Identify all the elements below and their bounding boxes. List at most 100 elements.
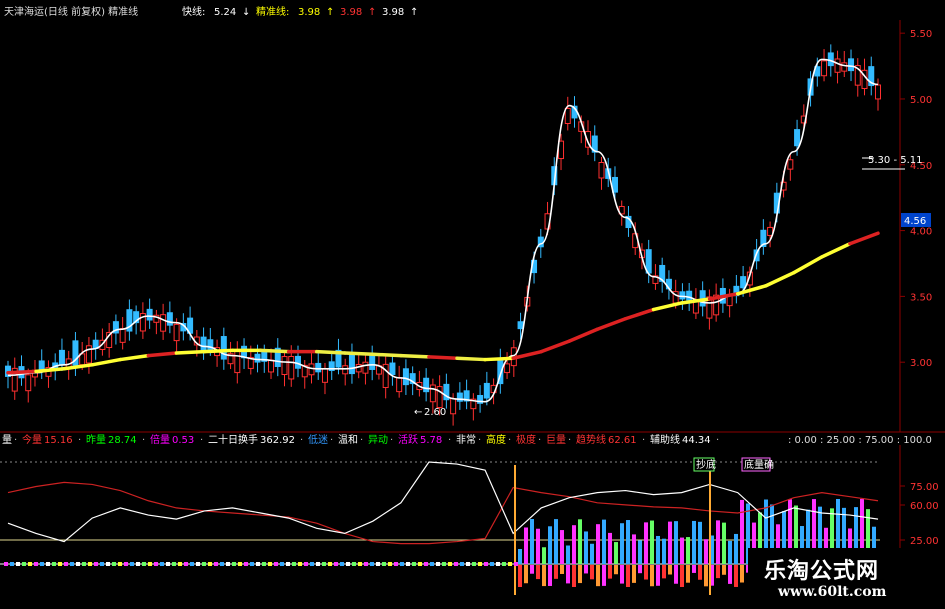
volume-bar: [626, 520, 630, 564]
bottom-legend-value-4: 362.92: [260, 435, 295, 446]
candle-body: [281, 356, 288, 376]
volume-bar: [590, 543, 594, 564]
volume-bar-neg: [692, 565, 696, 573]
volume-bar: [524, 527, 528, 564]
baseline-dot: [136, 562, 140, 566]
volume-bar-neg: [596, 565, 600, 587]
baseline-dot: [214, 562, 218, 566]
baseline-dot: [364, 562, 368, 566]
baseline-dot: [316, 562, 320, 566]
bottom-legend-value-2: 28.74: [108, 435, 137, 446]
top-legend-arrow-1: ↑: [326, 7, 334, 18]
volume-bar: [536, 528, 540, 564]
baseline-dot: [514, 562, 518, 566]
series-precision-line-seg: [343, 351, 375, 357]
candle-body: [321, 368, 328, 383]
bottom-tick-label-1: 60.00: [910, 501, 939, 512]
top-legend-value-1: 3.98: [298, 7, 320, 18]
baseline-dot: [190, 562, 194, 566]
series-precision-line-seg: [174, 349, 207, 355]
baseline-dot: [436, 562, 440, 566]
baseline-dot: [112, 562, 116, 566]
bottom-scale: : 0.00 : 25.00 : 75.00 : 100.0: [788, 435, 932, 446]
volume-bar: [566, 545, 570, 564]
baseline-dot: [94, 562, 98, 566]
baseline-dot: [256, 562, 260, 566]
signal-bottom-buy: 抄底: [693, 457, 716, 472]
baseline-dot: [166, 562, 170, 566]
price-tick-label-5: 3.00: [910, 358, 932, 369]
baseline-dot: [334, 562, 338, 566]
baseline-dot: [442, 562, 446, 566]
baseline-dot: [88, 562, 92, 566]
watermark-name: 乐淘公式网: [764, 559, 880, 584]
volume-bar-neg: [638, 565, 642, 574]
volume-bar-neg: [554, 565, 558, 579]
candle-body: [200, 336, 207, 351]
baseline-dot: [220, 562, 224, 566]
baseline-dot: [52, 562, 56, 566]
baseline-dot: [340, 562, 344, 566]
baseline-dot: [286, 562, 290, 566]
volume-bar-neg: [578, 565, 582, 584]
stock-chart: 天津海运(日线 前复权) 精准线 快线: 5.24 ↓ 精准线: 3.98 ↑ 3.98 ↑ 3…: [0, 0, 945, 609]
candle-body: [362, 361, 369, 374]
baseline-dot: [484, 562, 488, 566]
baseline-dot: [202, 562, 206, 566]
series-precision-line-seg: [455, 356, 487, 362]
volume-bar: [662, 538, 666, 564]
baseline-dot: [466, 562, 470, 566]
baseline-dot: [388, 562, 392, 566]
candle-body: [679, 291, 686, 300]
baseline-dot: [406, 562, 410, 566]
baseline-dot: [454, 562, 458, 566]
price-tick-label-0: 5.50: [910, 29, 932, 40]
current-price-tag: 4.56: [901, 213, 931, 227]
baseline-dot: [70, 562, 74, 566]
volume-bar-neg: [722, 565, 726, 575]
baseline-dot: [394, 562, 398, 566]
volume-bar: [686, 537, 690, 564]
volume-bar: [608, 532, 612, 564]
volume-bar: [578, 519, 582, 564]
baseline-dot: [16, 562, 20, 566]
baseline-dot: [502, 562, 506, 566]
candle-body: [740, 276, 747, 289]
candle-body: [450, 398, 457, 415]
volume-bar-neg: [644, 565, 648, 580]
baseline-dot: [106, 562, 110, 566]
volume-bar-neg: [734, 565, 738, 587]
volume-bar-neg: [584, 565, 588, 574]
bottom-legend-label-14: 辅助线: [650, 433, 680, 446]
bottom-legend-label-10: 高度: [486, 433, 506, 446]
candle-body: [564, 107, 571, 125]
baseline-dot: [76, 562, 80, 566]
baseline-dot: [352, 562, 356, 566]
bottom-legend-label-3: 倍量: [150, 433, 170, 446]
volume-bar: [596, 524, 600, 564]
baseline-dot: [196, 562, 200, 566]
bottom-legend-label-13: 趋势线: [576, 433, 606, 446]
bottom-tick-label-0: 75.00: [910, 482, 939, 493]
volume-bar-neg: [518, 565, 522, 587]
signal-label-2: 底量确: [744, 458, 774, 471]
candle-body: [504, 363, 511, 374]
volume-bar-neg: [566, 565, 570, 584]
volume-bar-neg: [632, 565, 636, 583]
volume-bar-neg: [548, 565, 552, 586]
volume-bar-neg: [602, 565, 606, 586]
volume-bar-neg: [536, 565, 540, 580]
volume-bar-neg: [662, 565, 666, 579]
baseline-dot: [160, 562, 164, 566]
baseline-dot: [10, 562, 14, 566]
series-precision-line-seg: [6, 369, 38, 375]
volume-bar-neg: [620, 565, 624, 584]
baseline-dot: [46, 562, 50, 566]
volume-bar-neg: [614, 565, 618, 575]
bottom-legend-sep-14: ·: [716, 435, 719, 446]
candle-body: [25, 374, 32, 392]
baseline-dot: [142, 562, 146, 566]
baseline-dot: [124, 562, 128, 566]
baseline-dot: [34, 562, 38, 566]
baseline-dot: [322, 562, 326, 566]
